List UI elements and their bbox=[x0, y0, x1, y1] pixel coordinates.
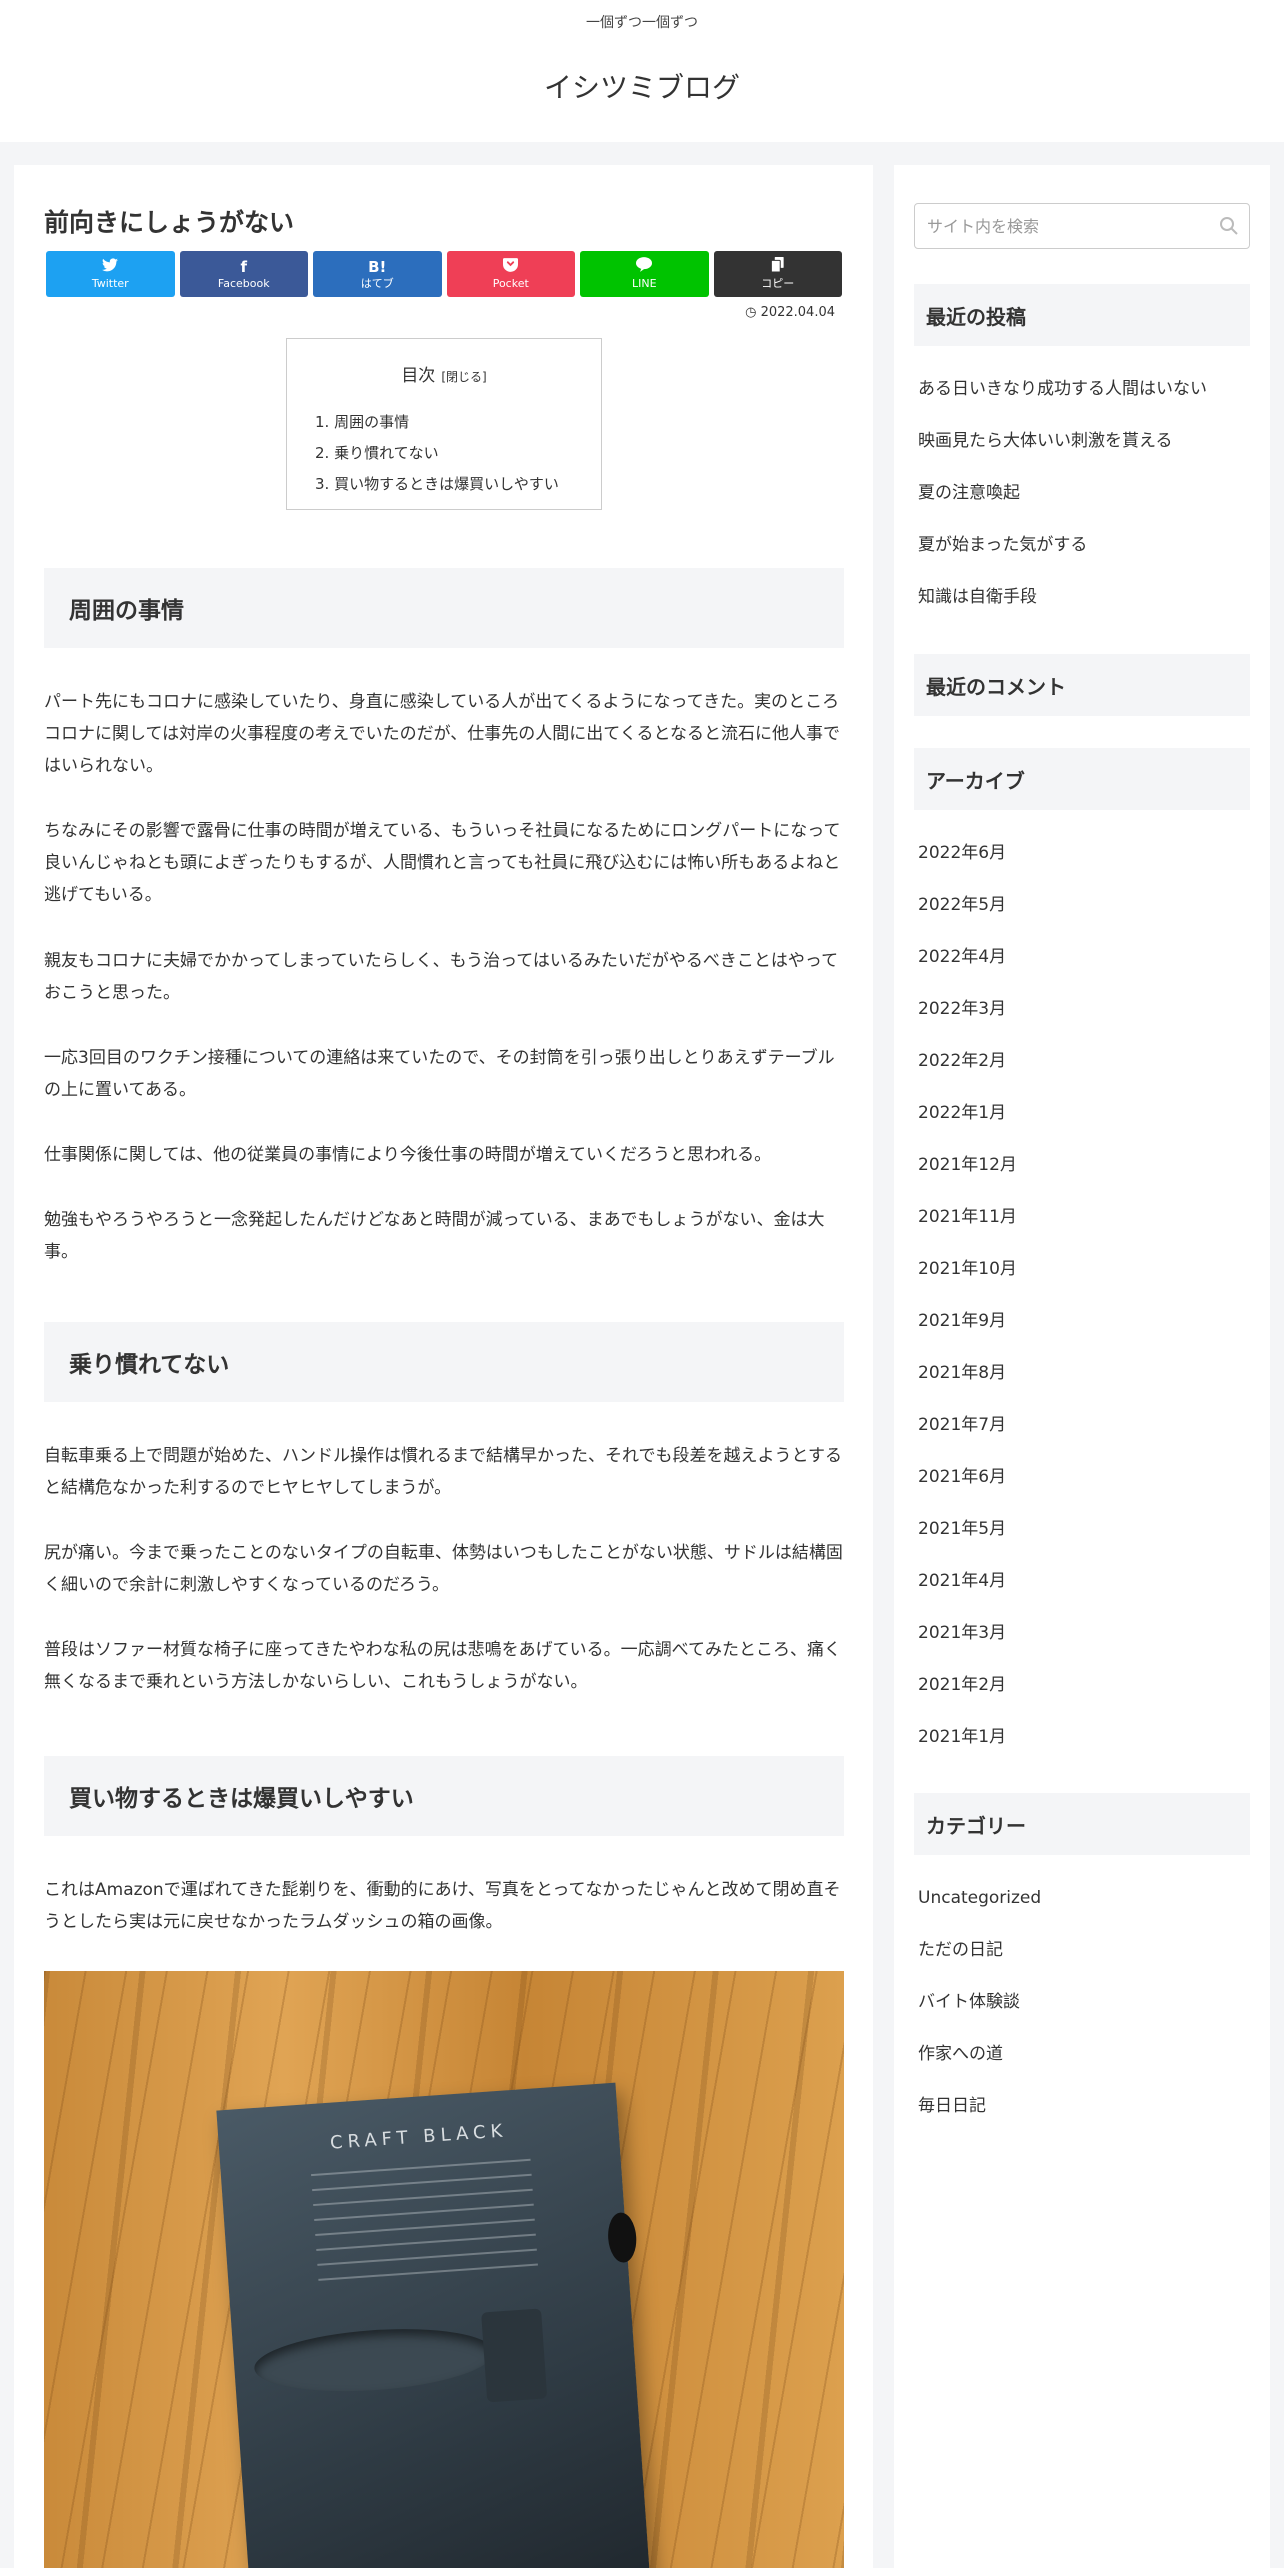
site-tagline: 一個ずつ一個ずつ bbox=[586, 15, 698, 31]
post-date-text: 2022.04.04 bbox=[760, 305, 835, 320]
search-box bbox=[914, 203, 1250, 249]
archives-title: アーカイブ bbox=[914, 748, 1250, 810]
share-facebook-label: Facebook bbox=[217, 276, 270, 290]
share-copy-button[interactable]: コピー bbox=[713, 251, 842, 297]
recent-posts-list: ある日いきなり成功する人間はいない 映画見たら大体いい刺激を貰える 夏の注意喚起… bbox=[918, 378, 1207, 638]
recent-post-link[interactable]: 夏が始まった気がする bbox=[918, 534, 1207, 586]
paragraph: 勉強もやろうやろうと一念発起したんだけどなあと時間が減っている、まあでもしょうが… bbox=[44, 1210, 825, 1262]
category-link[interactable]: バイト体験談 bbox=[918, 1991, 1041, 2043]
share-facebook-button[interactable]: f Facebook bbox=[179, 251, 308, 297]
category-link[interactable]: ただの日記 bbox=[918, 1939, 1041, 1991]
section-heading: 乗り慣れてない bbox=[44, 1322, 844, 1402]
paragraph: 普段はソファー材質な椅子に座ってきたやわな私の尻は悲鳴をあげている。一応調べてみ… bbox=[44, 1640, 841, 1692]
recent-post-link[interactable]: ある日いきなり成功する人間はいない bbox=[918, 378, 1207, 430]
categories-list: Uncategorized ただの日記 バイト体験談 作家への道 毎日日記 bbox=[918, 1887, 1041, 2147]
clock-icon: ◷ bbox=[745, 305, 757, 320]
paragraph: 一応3回目のワクチン接種についての連絡は来ていたので、その封筒を引っ張り出しとり… bbox=[44, 1048, 835, 1100]
table-of-contents: 目次 [閉じる] 1. 周囲の事情 2. 乗り慣れてない 3. 買い物するときは爆… bbox=[286, 338, 602, 510]
share-line-button[interactable]: LINE bbox=[580, 251, 709, 297]
toc-list: 1. 周囲の事情 2. 乗り慣れてない 3. 買い物するときは爆買いしやすい bbox=[315, 407, 559, 500]
archive-link[interactable]: 2021年9月 bbox=[918, 1310, 1017, 1362]
recent-posts-title: 最近の投稿 bbox=[914, 284, 1250, 346]
share-twitter-label: Twitter bbox=[91, 276, 129, 290]
archive-link[interactable]: 2021年12月 bbox=[918, 1154, 1017, 1206]
archives-list: 2022年6月 2022年5月 2022年4月 2022年3月 2022年2月 … bbox=[918, 842, 1017, 1778]
paragraph: これはAmazonで運ばれてきた髭剃りを、衝動的にあけ、写真をとってなかったじゃ… bbox=[44, 1880, 841, 1932]
share-line-label: LINE bbox=[631, 277, 657, 290]
paragraph: 親友もコロナに夫婦でかかってしまっていたらしく、もう治ってはいるみたいだがやるべ… bbox=[44, 951, 839, 1003]
category-link[interactable]: 作家への道 bbox=[918, 2043, 1041, 2095]
category-link[interactable]: 毎日日記 bbox=[918, 2095, 1041, 2147]
archive-link[interactable]: 2021年10月 bbox=[918, 1258, 1017, 1310]
site-title[interactable]: イシツミブログ bbox=[0, 66, 1284, 106]
hatebu-icon: B! bbox=[368, 257, 387, 276]
section-heading: 買い物するときは爆買いしやすい bbox=[44, 1756, 844, 1836]
site-header: 一個ずつ一個ずつ イシツミブログ bbox=[0, 0, 1284, 142]
recent-post-link[interactable]: 映画見たら大体いい刺激を貰える bbox=[918, 430, 1207, 482]
main-content: 前向きにしょうがない Twitter f Facebook B! はてブ Poc… bbox=[14, 165, 873, 2568]
toc-item[interactable]: 3. 買い物するときは爆買いしやすい bbox=[315, 469, 559, 500]
section-heading: 周囲の事情 bbox=[44, 568, 844, 648]
entry-title: 前向きにしょうがない bbox=[44, 208, 295, 237]
archive-link[interactable]: 2021年5月 bbox=[918, 1518, 1017, 1570]
toc-item[interactable]: 1. 周囲の事情 bbox=[315, 407, 559, 438]
share-copy-label: コピー bbox=[761, 277, 795, 290]
paragraph: 自転車乗る上で問題が始めた、ハンドル操作は慣れるまで結構早かった、それでも段差を… bbox=[44, 1446, 842, 1498]
search-input[interactable] bbox=[915, 204, 1205, 248]
article-photo: CRAFT BLACK bbox=[44, 1971, 844, 2568]
box-dish-shape bbox=[252, 2321, 496, 2399]
recent-comments-title: 最近のコメント bbox=[914, 654, 1250, 716]
paragraph: 仕事関係に関しては、他の従業員の事情により今後仕事の時間が増えていくだろうと思わ… bbox=[44, 1145, 772, 1165]
archive-link[interactable]: 2022年3月 bbox=[918, 998, 1017, 1050]
archive-link[interactable]: 2021年3月 bbox=[918, 1622, 1017, 1674]
archive-link[interactable]: 2021年4月 bbox=[918, 1570, 1017, 1622]
share-hatebu-button[interactable]: B! はてブ bbox=[313, 251, 442, 297]
box-text-lines bbox=[311, 2158, 539, 2294]
category-link[interactable]: Uncategorized bbox=[918, 1887, 1041, 1939]
archive-link[interactable]: 2021年7月 bbox=[918, 1414, 1017, 1466]
toc-item[interactable]: 2. 乗り慣れてない bbox=[315, 438, 559, 469]
share-pocket-button[interactable]: Pocket bbox=[446, 251, 575, 297]
pocket-icon bbox=[503, 257, 519, 276]
box-notch bbox=[606, 2211, 638, 2264]
box-logo-text: CRAFT BLACK bbox=[329, 2120, 508, 2154]
share-hatebu-label: はてブ bbox=[360, 276, 394, 290]
archive-link[interactable]: 2021年6月 bbox=[918, 1466, 1017, 1518]
paragraph: パート先にもコロナに感染していたり、身直に感染している人が出てくるようになってき… bbox=[44, 692, 840, 776]
share-pocket-label: Pocket bbox=[492, 276, 529, 290]
share-twitter-button[interactable]: Twitter bbox=[46, 251, 175, 297]
box-razor-shape bbox=[481, 2308, 548, 2403]
archive-link[interactable]: 2021年2月 bbox=[918, 1674, 1017, 1726]
toc-title: 目次 bbox=[401, 366, 436, 386]
twitter-icon bbox=[102, 257, 119, 276]
post-date: ◷ 2022.04.04 bbox=[745, 305, 835, 320]
paragraph: ちなみにその影響で露骨に仕事の時間が増えている、もういっそ社員になるためにロング… bbox=[44, 821, 841, 905]
archive-link[interactable]: 2022年4月 bbox=[918, 946, 1017, 998]
razor-box-image: CRAFT BLACK bbox=[216, 2082, 652, 2568]
archive-link[interactable]: 2022年6月 bbox=[918, 842, 1017, 894]
archive-link[interactable]: 2022年2月 bbox=[918, 1050, 1017, 1102]
categories-title: カテゴリー bbox=[914, 1793, 1250, 1855]
sidebar: 最近の投稿 ある日いきなり成功する人間はいない 映画見たら大体いい刺激を貰える … bbox=[894, 165, 1270, 2568]
search-icon[interactable] bbox=[1219, 216, 1239, 236]
recent-post-link[interactable]: 夏の注意喚起 bbox=[918, 482, 1207, 534]
archive-link[interactable]: 2021年8月 bbox=[918, 1362, 1017, 1414]
share-buttons: Twitter f Facebook B! はてブ Pocket LINE コピ… bbox=[46, 251, 842, 297]
copy-icon bbox=[771, 257, 784, 276]
line-icon bbox=[636, 257, 653, 276]
toc-header: 目次 [閉じる] bbox=[287, 361, 601, 386]
facebook-icon: f bbox=[240, 257, 248, 276]
archive-link[interactable]: 2022年1月 bbox=[918, 1102, 1017, 1154]
paragraph: 尻が痛い。今まで乗ったことのないタイプの自転車、体勢はいつもしたことがない状態、… bbox=[44, 1543, 843, 1595]
archive-link[interactable]: 2021年1月 bbox=[918, 1726, 1017, 1778]
recent-post-link[interactable]: 知識は自衛手段 bbox=[918, 586, 1207, 638]
archive-link[interactable]: 2021年11月 bbox=[918, 1206, 1017, 1258]
toc-toggle-button[interactable]: [閉じる] bbox=[441, 370, 486, 384]
archive-link[interactable]: 2022年5月 bbox=[918, 894, 1017, 946]
